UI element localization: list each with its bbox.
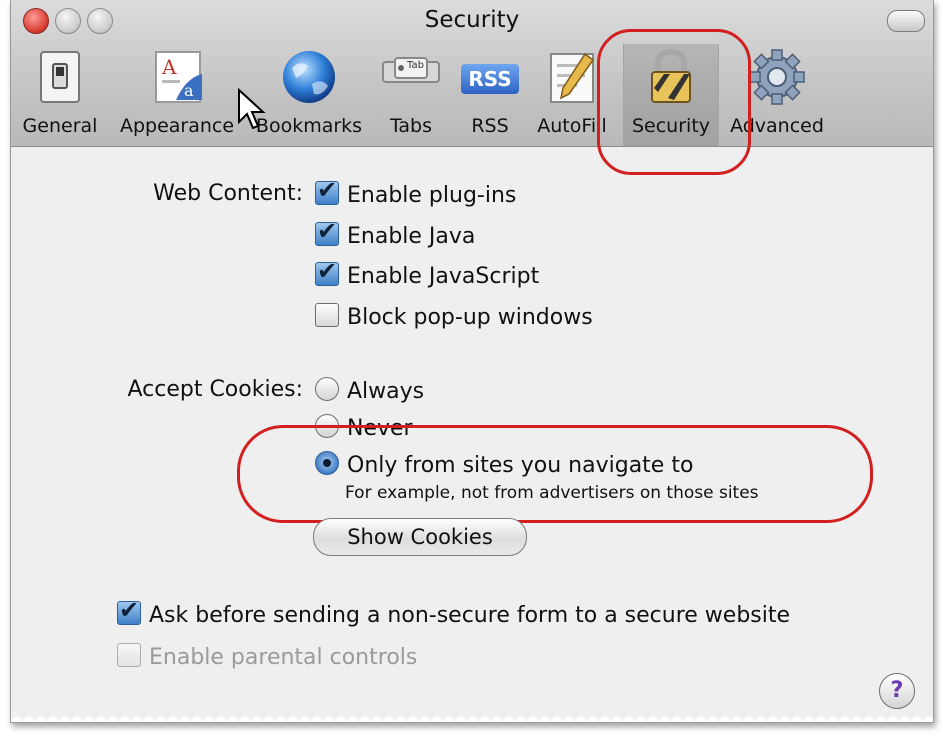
cookies-always-radio[interactable] <box>315 377 339 401</box>
title-toolbar-area: Security General A a Appearance Bookmark… <box>11 0 933 147</box>
globe-icon <box>278 48 340 106</box>
block-popups-option[interactable]: Block pop-up windows <box>315 303 593 330</box>
svg-text:A: A <box>161 55 177 79</box>
tabs-icon: Tab <box>381 48 441 106</box>
parental-controls-checkbox <box>117 643 141 667</box>
help-button[interactable]: ? <box>879 673 915 709</box>
enable-plugins-option[interactable]: Enable plug-ins <box>315 176 516 208</box>
padlock-icon <box>640 48 702 106</box>
cookies-navigated-radio[interactable] <box>315 451 339 475</box>
enable-java-checkbox[interactable] <box>315 217 339 246</box>
form-warning-option[interactable]: Ask before sending a non-secure form to … <box>117 596 790 628</box>
toolbar-toggle-button[interactable] <box>887 10 925 32</box>
svg-text:a: a <box>184 81 194 100</box>
cookies-hint: For example, not from advertisers on tho… <box>345 483 759 503</box>
cookies-navigated-option[interactable]: Only from sites you navigate to <box>315 451 693 478</box>
preferences-window: Security General A a Appearance Bookmark… <box>10 0 934 723</box>
toolbar-item-general[interactable]: General <box>17 48 103 137</box>
security-pane: Web Content: Enable plug-ins Enable Java… <box>11 147 933 722</box>
window-title: Security <box>424 7 520 33</box>
toolbar-item-rss[interactable]: RSS RSS <box>459 48 521 137</box>
enable-javascript-checkbox[interactable] <box>315 257 339 286</box>
gear-icon <box>746 48 808 106</box>
toolbar-item-security[interactable]: Security <box>623 44 719 146</box>
enable-java-option[interactable]: Enable Java <box>315 217 475 249</box>
rss-badge: RSS <box>461 64 519 94</box>
torn-edge <box>11 708 933 722</box>
form-warning-checkbox[interactable] <box>117 596 141 625</box>
enable-javascript-option[interactable]: Enable JavaScript <box>315 257 539 289</box>
block-popups-checkbox[interactable] <box>315 303 339 327</box>
accept-cookies-label: Accept Cookies: <box>127 377 303 402</box>
toolbar-item-autofill[interactable]: AutoFill <box>531 48 613 137</box>
mouse-pointer-icon <box>238 88 266 130</box>
parental-controls-option: Enable parental controls <box>117 643 417 670</box>
pencil-form-icon <box>541 48 603 106</box>
cookies-always-option[interactable]: Always <box>315 377 424 404</box>
web-content-label: Web Content: <box>153 181 303 206</box>
toolbar-item-tabs[interactable]: Tab Tabs <box>381 48 441 137</box>
toolbar-item-appearance[interactable]: A a Appearance <box>111 48 243 137</box>
fonts-icon: A a <box>146 48 208 106</box>
tabs-badge-text: Tab <box>407 60 424 71</box>
cookies-never-option[interactable]: Never <box>315 414 413 441</box>
light-switch-icon <box>29 48 91 106</box>
enable-plugins-checkbox[interactable] <box>315 176 339 205</box>
rss-icon: RSS <box>459 48 521 106</box>
toolbar-item-advanced[interactable]: Advanced <box>727 48 827 137</box>
cookies-never-radio[interactable] <box>315 414 339 438</box>
show-cookies-button[interactable]: Show Cookies <box>313 518 527 556</box>
